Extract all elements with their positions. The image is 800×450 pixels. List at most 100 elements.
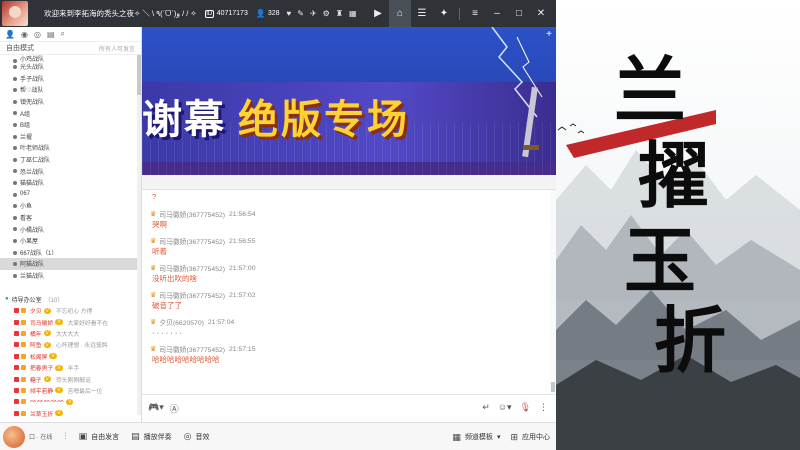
template-button[interactable]: ▦ 频道模板 ▾ [452, 432, 500, 443]
lightning-sword-graphic [491, 27, 543, 158]
sound-effect-button[interactable]: ◎ 音效 [184, 431, 210, 442]
banner-right-text: 绝版专场 [238, 97, 410, 143]
minimize-icon[interactable]: – [486, 0, 508, 27]
member-row[interactable]: 兰草玉折 V [0, 408, 137, 419]
channel-item[interactable]: B组 [0, 119, 137, 131]
message-input-bar[interactable]: 🎮▾ Ⓐ ↵ ☺▾ 🎙 ⋮ [142, 394, 556, 422]
maximize-icon[interactable]: □ [508, 0, 530, 27]
grid-icon[interactable]: ▦ [349, 9, 357, 18]
play-accompany-button[interactable]: ▤ 播放伴奏 [131, 431, 172, 442]
scrollbar-thumb[interactable] [137, 55, 141, 95]
shirt-icon[interactable]: ♜ [336, 9, 343, 18]
level-badge-icon [21, 342, 26, 348]
message-sender[interactable]: 司马徽娇(367775452) [159, 236, 225, 246]
message-sender[interactable]: 司马徽娇(367775452) [159, 209, 225, 219]
mode-dropdown[interactable]: 自由模式 [6, 43, 34, 53]
channel-item[interactable]: 手子战队 [0, 73, 137, 85]
message-sender[interactable]: 夕贝(6620570) [159, 317, 204, 327]
channel-avatar[interactable] [2, 1, 28, 26]
user-avatar[interactable] [3, 425, 25, 448]
member-row[interactable]: ᨐᨐᨐᨐᨐ V [0, 396, 137, 407]
channel-item[interactable]: A组 [0, 107, 137, 119]
crown-icon: ♛ [150, 292, 157, 299]
gamepad-icon[interactable]: 🎮▾ [148, 402, 164, 415]
channel-item[interactable]: 兰擢 [0, 131, 137, 143]
promo-char-3: 玉 [624, 218, 697, 303]
channel-item[interactable]: 叶老师战队 [0, 142, 137, 154]
channel-item[interactable]: 丁巫仁战队 [0, 154, 137, 166]
message-sender[interactable]: 司马徽娇(367775452) [159, 290, 225, 300]
member-row[interactable]: 橘年 V 大大大大 [0, 328, 137, 339]
bottom-right-tools: ▦ 频道模板 ▾ ⊞ 应用中心 [452, 423, 550, 450]
gear-icon[interactable]: ⚙ [323, 9, 330, 18]
message-time: 21:56:54 [229, 210, 256, 218]
chat-message: ♛ 夕贝(6620570) 21:57:04 · · · · · · · [150, 317, 548, 339]
message-sender[interactable]: 司马徽娇(367775452) [159, 344, 225, 354]
microphone-icon[interactable]: 🎙 [520, 402, 531, 413]
vip-badge: V [43, 307, 51, 314]
member-row[interactable]: 司马徽娇 V 大家好好看不在 [0, 316, 137, 327]
role-badge-icon [14, 376, 19, 382]
channel-item[interactable]: 阿猫战队 [0, 258, 137, 270]
member-row[interactable]: 阿鱼 V 心怀理想 · 永远笼鸽 [0, 339, 137, 350]
wrench-icon[interactable]: ✎ [297, 9, 304, 18]
member-row[interactable]: 把春男子 V 半手 [0, 362, 137, 373]
scrollbar-thumb[interactable] [551, 382, 555, 392]
text-format-icon[interactable]: Ⓐ [170, 402, 179, 415]
add-icon[interactable]: + [546, 29, 552, 40]
chat-messages: ? ♛ 司马徽娇(367775452) 21:56:54 哭啊 ♛ 司马徽娇(367775… [142, 190, 548, 394]
title-tool-icons: ♥ ✎ ✈ ⚙ ♜ ▦ [287, 9, 357, 18]
title-bar: 欢迎来到李拓海的秃头之夜✧ ＼ \ ٩(ˊᗜˋ)و / / ✧ ID 40717… [0, 0, 556, 27]
gamepad-icon[interactable]: ✦ [433, 0, 455, 27]
list-icon[interactable]: ☰ [411, 0, 433, 27]
channel-item[interactable]: 兰猫战队 [0, 270, 137, 282]
online-count-value: 328 [267, 10, 280, 17]
menu-icon[interactable]: ≡ [464, 0, 486, 27]
message-header: ♛ 司马徽娇(367775452) 21:57:15 [150, 344, 548, 355]
role-badge-icon [14, 308, 19, 314]
emoji-icon[interactable]: ☺▾ [498, 402, 512, 413]
channel-item[interactable]: 猫猫战队 [0, 177, 137, 189]
section-header[interactable]: ● 待导办公室 （10） [0, 293, 137, 305]
location-icon[interactable]: ◎ [34, 30, 41, 39]
channel-item[interactable]: 小橘战队 [0, 223, 137, 235]
search-icon[interactable]: ⌕ [61, 29, 65, 39]
channel-item[interactable]: 帮♡战队 [0, 84, 137, 96]
channel-item[interactable]: 看客 [0, 212, 137, 224]
mixer-button[interactable]: ⫶ [64, 431, 66, 442]
panel-scrollbar[interactable] [137, 55, 141, 415]
plane-icon[interactable]: ✈ [310, 9, 317, 18]
vip-badge: V [55, 319, 63, 326]
message-sender[interactable]: 司马徽娇(367775452) [159, 263, 225, 273]
channel-item[interactable]: 667战队（1） [0, 247, 137, 259]
channel-item[interactable]: 恐兰战队 [0, 165, 137, 177]
channel-panel: 👤 ◉ ◎ ▤ ⌕ 自由模式 所有人可发言 小鸡战队 光头战队 手子战队 帮♡战队 镇兜… [0, 27, 142, 422]
heart-icon[interactable]: ♥ [287, 9, 292, 18]
user-icon[interactable]: 👤 [5, 30, 15, 39]
member-name: 阿鱼 [30, 343, 42, 350]
channel-item[interactable]: 光头战队 [0, 61, 137, 73]
crown-icon: ♛ [150, 265, 157, 272]
free-speech-button[interactable]: ▣ 自由发言 [79, 431, 120, 442]
channel-item[interactable]: 小果屋 [0, 235, 137, 247]
send-icon[interactable]: ↵ [482, 402, 490, 413]
member-row[interactable]: 糖子 V 苟头刚刚靓运 [0, 373, 137, 384]
close-icon[interactable]: ✕ [530, 0, 552, 27]
more-icon[interactable]: ⋮ [539, 402, 548, 413]
member-row[interactable]: 夕贝 V 不忘初心 方得 [0, 305, 137, 316]
live-video[interactable]: 谢幕 绝版专场 + [142, 27, 556, 175]
video-icon[interactable]: ▶ [367, 0, 389, 27]
channel-item[interactable]: 067 [0, 189, 137, 201]
channel-item[interactable]: 小鱼 [0, 200, 137, 212]
message-text: 破音了了 [152, 301, 182, 310]
home-icon[interactable]: ⌂ [389, 0, 411, 27]
input-actions: ↵ ☺▾ 🎙 ⋮ [482, 402, 548, 413]
channel-item[interactable]: 镇兜战队 [0, 96, 137, 108]
member-row[interactable]: 倾平若静 V 苦嗯最后一位 [0, 385, 137, 396]
sound-effect-icon: ◎ [183, 431, 192, 441]
bottom-toolbar: 口 · 在线 ⫶ ▣ 自由发言 ▤ 播放伴奏 ◎ 音效 ▦ 频道模板 ▾ ⊞ 应… [0, 422, 556, 450]
member-row[interactable]: 松阁屏 V [0, 351, 137, 362]
chat-icon[interactable]: ◉ [21, 30, 28, 39]
document-icon[interactable]: ▤ [47, 30, 55, 39]
app-center-button[interactable]: ⊞ 应用中心 [510, 432, 550, 443]
